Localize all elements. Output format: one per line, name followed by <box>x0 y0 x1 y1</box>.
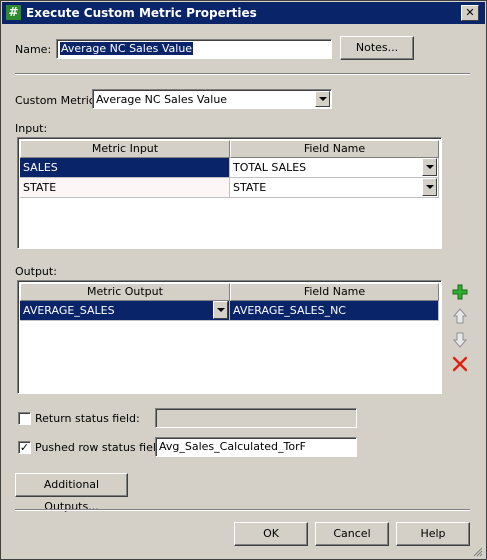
output-row1-field[interactable]: AVERAGE_SALES_NC <box>230 301 439 321</box>
pushed-status-label: Pushed row status field: <box>35 441 167 454</box>
notes-button[interactable]: Notes... <box>340 36 414 60</box>
output-col-metric-output[interactable]: Metric Output <box>20 283 230 301</box>
delete-icon[interactable] <box>451 355 469 373</box>
pushed-status-checkbox[interactable]: ✓ <box>18 441 31 454</box>
return-status-field[interactable] <box>155 408 357 428</box>
title-bar: # Execute Custom Metric Properties ✕ <box>2 2 485 24</box>
resize-grip-icon[interactable] <box>471 545 483 557</box>
custom-metric-value: Average NC Sales Value <box>96 93 228 106</box>
input-label: Input: <box>15 122 48 135</box>
input-col-metric-input[interactable]: Metric Input <box>20 140 230 158</box>
output-label: Output: <box>15 265 57 278</box>
chevron-down-icon[interactable] <box>422 158 437 176</box>
separator-bottom <box>15 509 470 511</box>
pushed-status-field[interactable]: Avg_Sales_Calculated_TorF <box>155 437 357 457</box>
close-button[interactable]: ✕ <box>461 5 479 21</box>
input-row1-field[interactable]: TOTAL SALES <box>230 158 439 178</box>
output-col-field-name[interactable]: Field Name <box>230 283 439 301</box>
output-row1-metric[interactable]: AVERAGE_SALES <box>20 301 230 321</box>
input-col-field-name[interactable]: Field Name <box>230 140 439 158</box>
return-status-label: Return status field: <box>35 412 140 425</box>
chevron-down-icon[interactable] <box>315 91 330 107</box>
input-row2-field-text: STATE <box>233 181 267 194</box>
name-label: Name: <box>15 43 52 56</box>
output-grid: Metric Output Field Name AVERAGE_SALES A… <box>17 280 442 394</box>
output-row1-metric-text: AVERAGE_SALES <box>23 304 115 317</box>
hash-icon: # <box>6 5 21 20</box>
move-down-icon[interactable] <box>451 331 469 349</box>
chevron-down-icon[interactable] <box>213 301 228 319</box>
input-row2-metric[interactable]: STATE <box>20 178 230 198</box>
custom-metric-label: Custom Metric: <box>15 94 99 107</box>
separator-top <box>15 73 470 75</box>
input-row1-field-text: TOTAL SALES <box>233 161 307 174</box>
add-icon[interactable] <box>451 283 469 301</box>
additional-outputs-button[interactable]: Additional Outputs... <box>15 473 128 513</box>
help-button[interactable]: Help <box>396 522 470 546</box>
window-title: Execute Custom Metric Properties <box>26 6 257 20</box>
name-value: Average NC Sales Value <box>60 42 194 55</box>
cancel-button[interactable]: Cancel <box>315 522 389 546</box>
name-field[interactable]: Average NC Sales Value <box>56 39 332 59</box>
custom-metric-dialog: # Execute Custom Metric Properties ✕ Nam… <box>0 0 487 560</box>
input-grid: Metric Input Field Name SALES TOTAL SALE… <box>17 137 442 249</box>
move-up-icon[interactable] <box>451 307 469 325</box>
return-status-checkbox[interactable] <box>18 412 31 425</box>
custom-metric-combo[interactable]: Average NC Sales Value <box>92 89 332 109</box>
input-row1-metric[interactable]: SALES <box>20 158 230 178</box>
chevron-down-icon[interactable] <box>422 178 437 196</box>
ok-button[interactable]: OK <box>234 522 308 546</box>
input-row2-field[interactable]: STATE <box>230 178 439 198</box>
